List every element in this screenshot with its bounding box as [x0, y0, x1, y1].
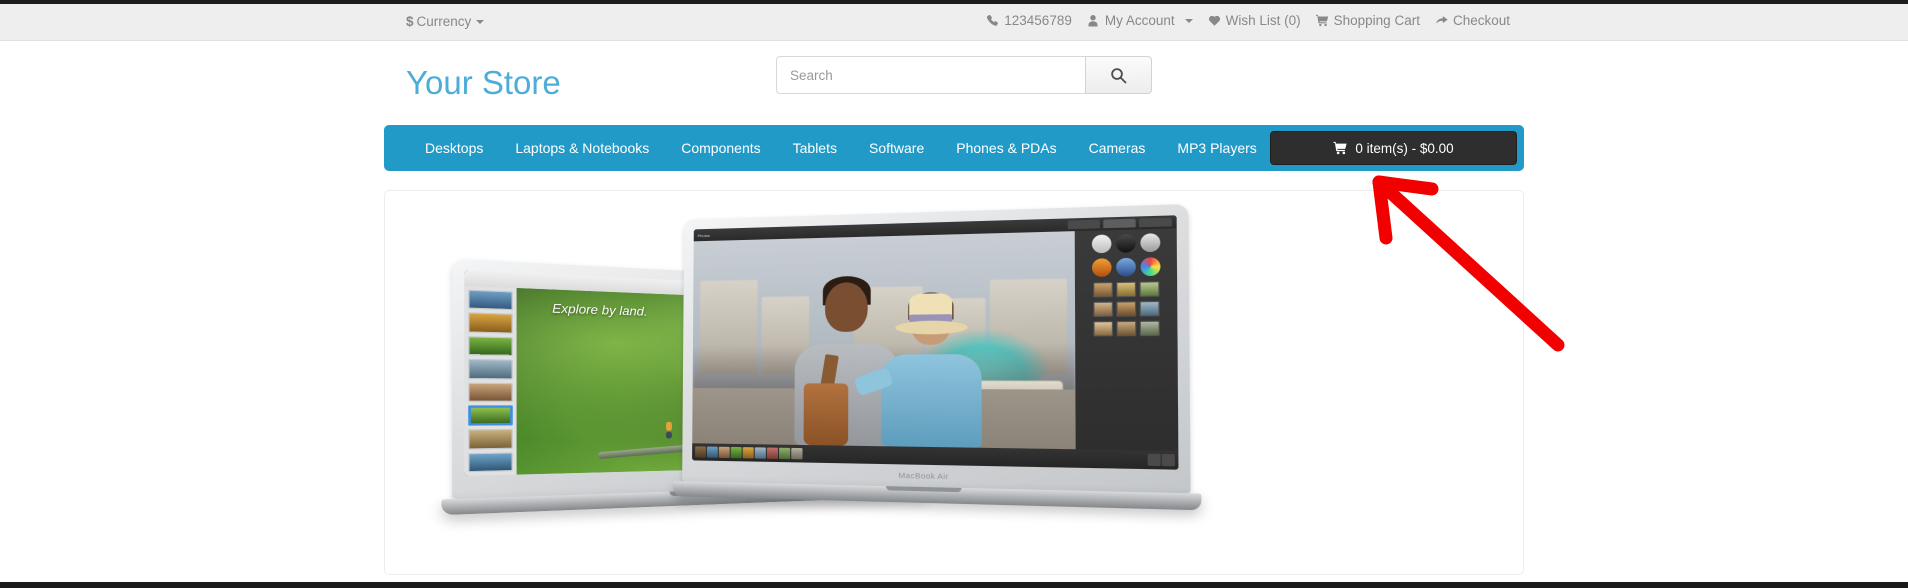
site-logo[interactable]: Your Store [406, 64, 561, 102]
search-button[interactable] [1085, 56, 1152, 94]
nav-item-components[interactable]: Components [665, 125, 776, 171]
cart-button[interactable]: 0 item(s) - $0.00 [1270, 131, 1517, 165]
phone-icon [986, 14, 999, 27]
cart-icon [1315, 14, 1329, 27]
user-icon [1087, 14, 1100, 27]
front-laptop-screen: Photos [692, 215, 1179, 470]
wish-list-label: Wish List (0) [1225, 13, 1301, 28]
nav-item-laptops-notebooks[interactable]: Laptops & Notebooks [499, 125, 665, 171]
shopping-cart-link[interactable]: Shopping Cart [1315, 13, 1420, 28]
browser-viewport: $ Currency 123456789 My Account Wish Lis… [0, 0, 1908, 588]
site-header-inner: Your Store [384, 42, 1524, 113]
cart-button-label: 0 item(s) - $0.00 [1355, 140, 1454, 156]
keynote-slide-thumbnails [464, 285, 517, 476]
cart-icon [1333, 141, 1348, 155]
nav-item-mp3-players[interactable]: MP3 Players [1161, 125, 1272, 171]
currency-label: Currency [416, 14, 472, 29]
my-account-label: My Account [1104, 13, 1175, 28]
photo-editor-effects-panel [1074, 228, 1179, 451]
keynote-slide-title: Explore by land. [552, 302, 648, 320]
top-utility-bar: $ Currency 123456789 My Account Wish Lis… [0, 4, 1908, 41]
heart-icon [1208, 14, 1221, 27]
shopping-cart-label: Shopping Cart [1333, 13, 1420, 28]
hiker-figure [666, 422, 672, 439]
arrow-head-upper [1372, 175, 1439, 196]
photo-editor-app: Photos [692, 215, 1179, 470]
phone-number-link[interactable]: 123456789 [986, 13, 1072, 28]
checkout-link[interactable]: Checkout [1435, 13, 1510, 28]
front-laptop-lid: Photos MacBook Air [682, 203, 1191, 494]
share-arrow-icon [1435, 14, 1448, 27]
nav-item-software[interactable]: Software [853, 125, 940, 171]
currency-dropdown[interactable]: $ Currency [406, 14, 485, 29]
dollar-icon: $ [406, 14, 414, 29]
main-navigation: Desktops Laptops & Notebooks Components … [384, 125, 1524, 171]
photo-canvas [692, 231, 1076, 450]
search-icon [1110, 67, 1127, 84]
checkout-label: Checkout [1452, 13, 1510, 28]
nav-item-tablets[interactable]: Tablets [777, 125, 853, 171]
main-navigation-wrapper: Desktops Laptops & Notebooks Components … [0, 125, 1908, 175]
search-bar [776, 56, 1152, 94]
wish-list-link[interactable]: Wish List (0) [1208, 13, 1301, 28]
chevron-down-icon [476, 20, 485, 24]
photo-editor-app-label: Photos [697, 232, 710, 238]
my-account-dropdown[interactable]: My Account [1087, 13, 1193, 28]
top-right-links: 123456789 My Account Wish List (0) Shopp… [986, 13, 1510, 28]
front-laptop-graphic: Photos MacBook Air [672, 203, 1203, 536]
search-input[interactable] [776, 56, 1085, 94]
person-woman [853, 292, 987, 448]
chevron-down-icon [1184, 18, 1193, 23]
phone-number-label: 123456789 [1004, 13, 1072, 28]
nav-item-desktops[interactable]: Desktops [409, 125, 499, 171]
straw-hat [894, 293, 968, 335]
hero-banner-image: Explore by land. Photos MacBook Air [385, 191, 1523, 574]
top-utility-bar-inner: $ Currency 123456789 My Account Wish Lis… [384, 4, 1524, 41]
nav-item-phones-pdas[interactable]: Phones & PDAs [940, 125, 1072, 171]
nav-item-cameras[interactable]: Cameras [1073, 125, 1162, 171]
browser-chrome-bottom-edge [0, 582, 1908, 588]
hero-banner[interactable]: Explore by land. Photos MacBook Air [384, 190, 1524, 575]
site-header: Your Store [0, 42, 1908, 113]
